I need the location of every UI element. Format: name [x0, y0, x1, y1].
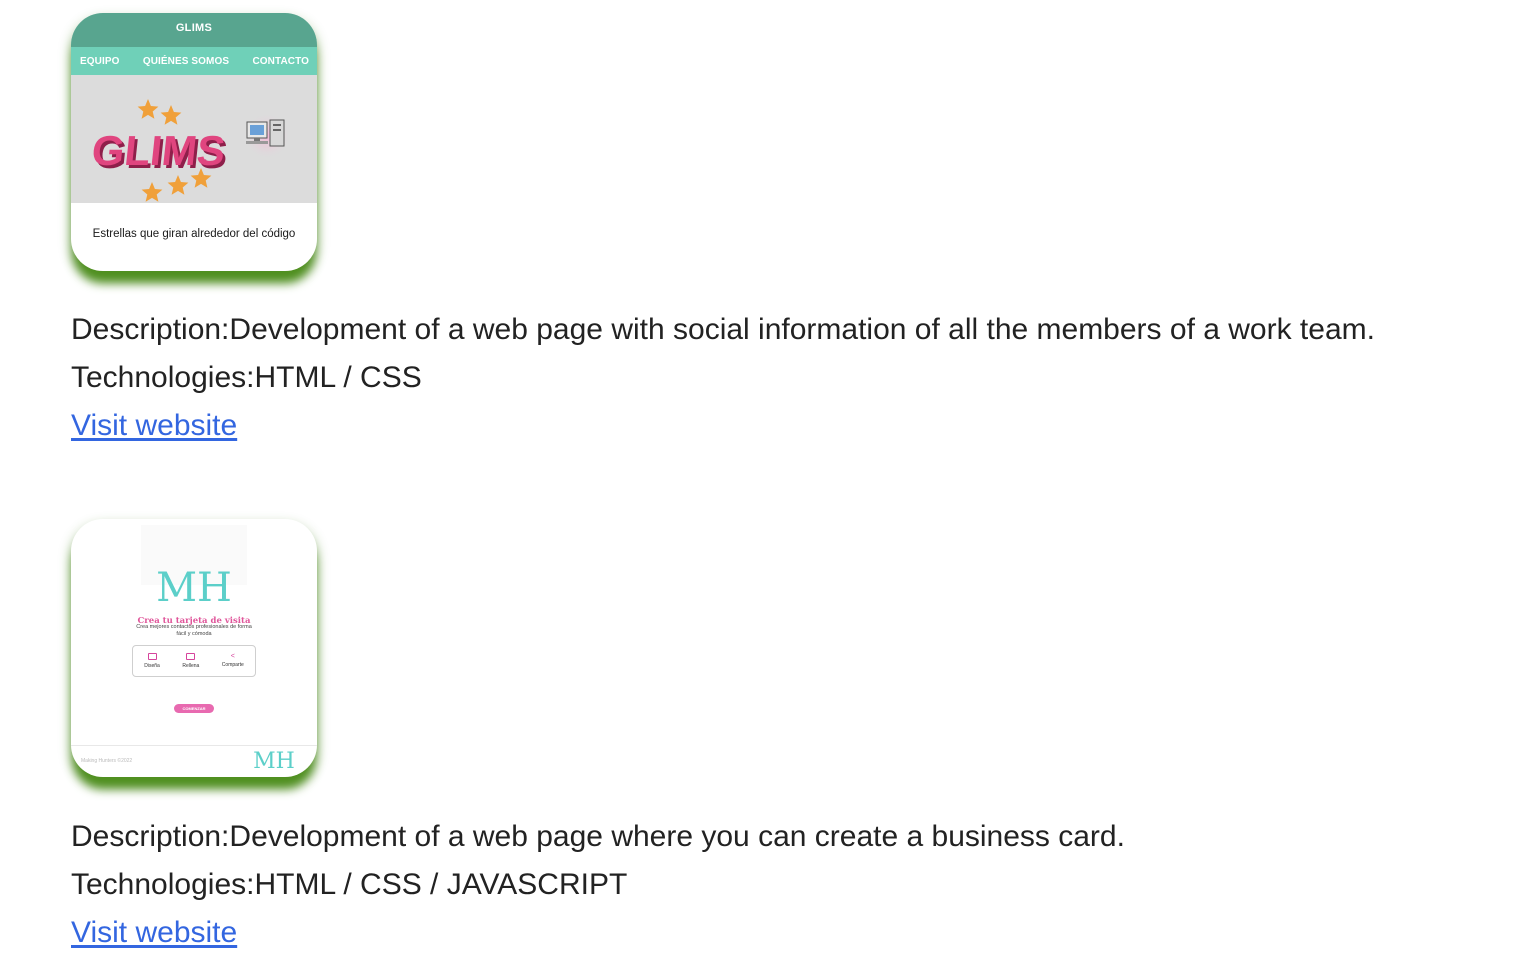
- mh-step-label: Diseña: [144, 663, 160, 669]
- mh-footer: Making Hunters ©2022 MH: [71, 745, 317, 777]
- star-icon: [137, 99, 159, 119]
- mh-screenshot: MH Crea tu tarjeta de visita Crea mejore…: [71, 519, 317, 777]
- keyboard-icon: [186, 653, 196, 660]
- mh-footer-logo: MH: [253, 749, 295, 774]
- project-details: Description:Development of a web page wi…: [71, 306, 1375, 450]
- technologies-label: Technologies:: [71, 868, 255, 901]
- project-thumbnail-glims: GLIMS EQUIPO QUIÉNES SOMOS CONTACTO GLIM…: [71, 13, 317, 271]
- star-icon: [141, 182, 163, 202]
- description-text: Development of a web page with social in…: [229, 313, 1375, 346]
- mh-step-label: Comparte: [221, 662, 244, 668]
- project-details: Description:Development of a web page wh…: [71, 813, 1125, 957]
- glims-caption: Estrellas que giran alrededor del código: [92, 228, 296, 240]
- glims-site-title: GLIMS: [71, 13, 317, 47]
- visit-website-link[interactable]: Visit website: [71, 909, 237, 957]
- glims-nav-item-contacto: CONTACTO: [252, 55, 309, 67]
- description-line: Description:Development of a web page wh…: [71, 813, 1125, 861]
- mh-step-comparte: < Comparte: [221, 653, 244, 668]
- technologies-line: Technologies:HTML / CSS: [71, 354, 1375, 402]
- glims-nav-item-equipo: EQUIPO: [80, 55, 120, 67]
- mh-steps-box: Diseña Rellena < Comparte: [132, 645, 256, 677]
- mh-logo-text: MH: [156, 565, 232, 611]
- technologies-label: Technologies:: [71, 361, 255, 394]
- description-line: Description:Development of a web page wi…: [71, 306, 1375, 354]
- mh-subtitle: Crea mejores contactos profesionales de …: [136, 624, 252, 637]
- mh-start-button: COMENZAR: [174, 704, 214, 713]
- technologies-line: Technologies:HTML / CSS / JAVASCRIPT: [71, 861, 1125, 909]
- glims-hero-banner: GLIMS GLIMS: [71, 75, 317, 203]
- project-thumbnail-mh: MH Crea tu tarjeta de visita Crea mejore…: [71, 519, 317, 777]
- mh-step-disena: Diseña: [144, 653, 160, 669]
- project-card-glims: GLIMS EQUIPO QUIÉNES SOMOS CONTACTO GLIM…: [71, 13, 1375, 450]
- portfolio-projects: GLIMS EQUIPO QUIÉNES SOMOS CONTACTO GLIM…: [0, 0, 1522, 966]
- glims-nav-bar: EQUIPO QUIÉNES SOMOS CONTACTO: [71, 47, 317, 75]
- star-icon: [167, 175, 189, 195]
- glims-logo-illustration: GLIMS GLIMS: [90, 99, 291, 202]
- technologies-text: HTML / CSS: [254, 361, 422, 394]
- mh-step-rellena: Rellena: [182, 653, 199, 669]
- glims-logo-text: GLIMS: [90, 127, 228, 174]
- mh-step-label: Rellena: [182, 663, 200, 669]
- project-card-mh: MH Crea tu tarjeta de visita Crea mejore…: [71, 519, 1125, 957]
- mh-footer-logo-text: MH: [253, 749, 295, 774]
- description-label: Description:: [71, 313, 230, 346]
- glims-nav-item-quienes-somos: QUIÉNES SOMOS: [142, 55, 230, 67]
- computer-icon: [246, 119, 285, 147]
- share-icon: <: [230, 653, 235, 660]
- star-icon: [160, 105, 182, 125]
- description-label: Description:: [71, 820, 230, 853]
- visit-website-link[interactable]: Visit website: [71, 402, 237, 450]
- description-text: Development of a web page where you can …: [229, 820, 1125, 853]
- technologies-text: HTML / CSS / JAVASCRIPT: [254, 868, 628, 901]
- design-icon: [147, 653, 157, 660]
